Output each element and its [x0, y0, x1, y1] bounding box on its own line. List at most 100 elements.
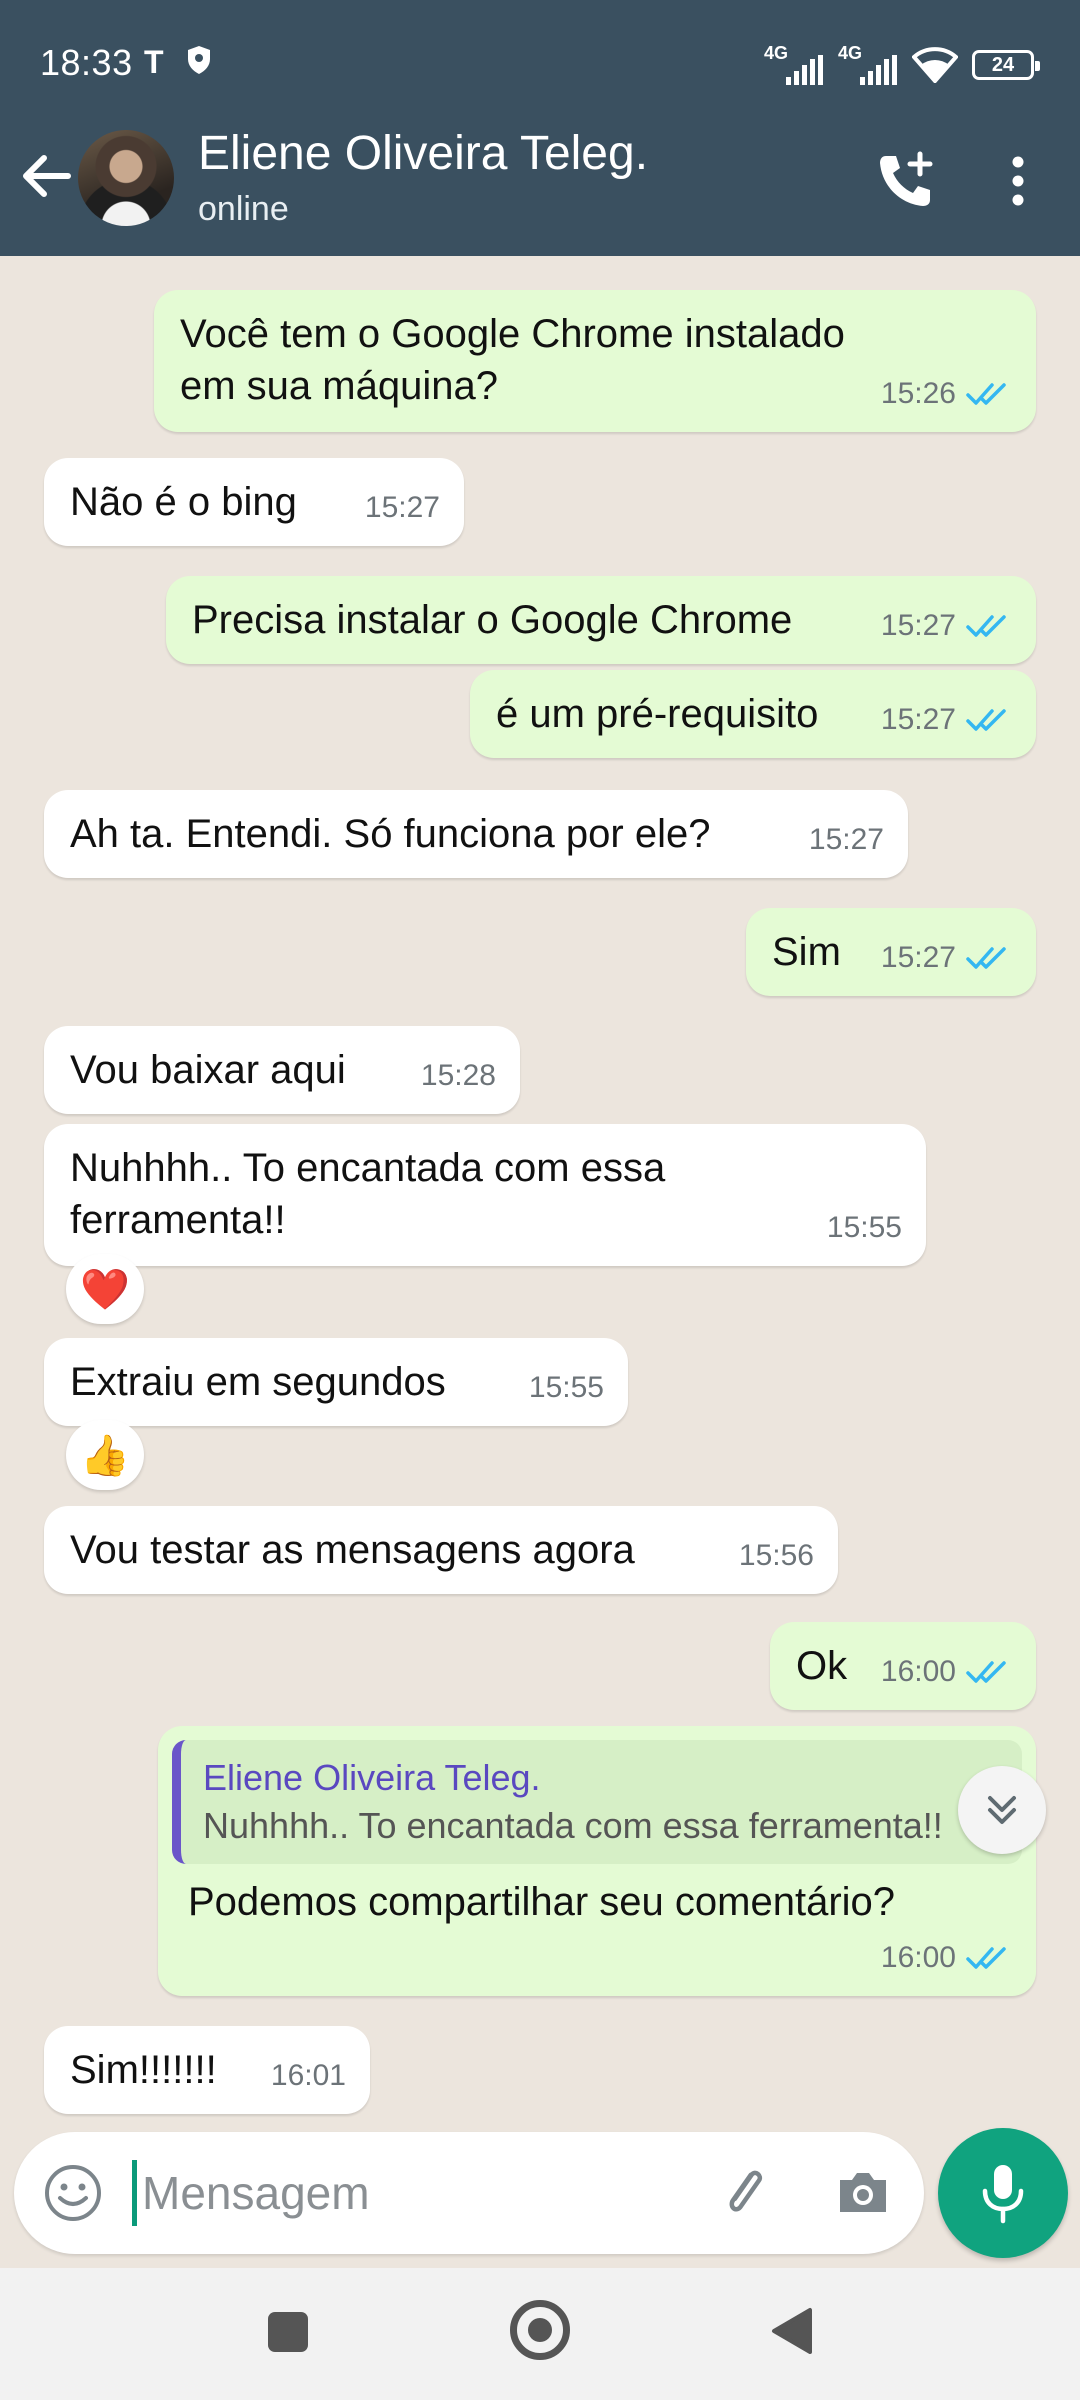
- message-text: Sim: [772, 930, 841, 974]
- contact-name[interactable]: Eliene Oliveira Teleg.: [198, 126, 648, 181]
- message-bubble-outgoing[interactable]: Ok 16:00: [770, 1622, 1036, 1710]
- message-meta: 16:00: [881, 1646, 1012, 1698]
- signal-1-icon: 4G: [764, 43, 824, 85]
- message-bubble-incoming[interactable]: Nuhhhh.. To encantada com essa ferrament…: [44, 1124, 926, 1266]
- status-right-icons: 4G 4G 24: [764, 40, 1040, 90]
- reaction-thumbs-up[interactable]: 👍: [66, 1420, 144, 1490]
- message-bubble-outgoing[interactable]: Sim 15:27: [746, 908, 1036, 996]
- quoted-text: Nuhhhh.. To encantada com essa ferrament…: [203, 1805, 943, 1846]
- shield-icon: [188, 46, 211, 74]
- chat-area[interactable]: Você tem o Google Chrome instalado em su…: [0, 256, 1080, 2136]
- message-text: Podemos compartilhar seu comentário?: [188, 1880, 896, 1924]
- text-caret: [132, 2160, 137, 2226]
- message-meta: 15:27: [365, 482, 440, 534]
- quoted-author: Eliene Oliveira Teleg.: [203, 1757, 541, 1798]
- home-button[interactable]: [510, 2300, 570, 2360]
- message-bubble-incoming[interactable]: Vou baixar aqui 15:28: [44, 1026, 520, 1114]
- message-bubble-outgoing-reply[interactable]: Eliene Oliveira Teleg. Nuhhhh.. To encan…: [158, 1726, 1036, 1996]
- message-text: Vou testar as mensagens agora: [70, 1528, 635, 1572]
- message-bubble-outgoing[interactable]: Precisa instalar o Google Chrome 15:27: [166, 576, 1036, 664]
- message-text: Não é o bing: [70, 480, 297, 524]
- message-time: 15:27: [880, 941, 956, 974]
- message-time: 16:00: [880, 1655, 956, 1688]
- status-time: 18:33: [40, 42, 133, 83]
- system-nav-bar: [0, 2268, 1080, 2400]
- more-vert-icon: [1012, 156, 1024, 206]
- read-ticks-icon: [966, 615, 1006, 637]
- back-button[interactable]: [18, 148, 74, 204]
- back-arrow-icon: [23, 155, 71, 197]
- message-time: 16:00: [880, 1941, 956, 1974]
- read-ticks-icon: [966, 1947, 1006, 1969]
- message-bubble-outgoing[interactable]: Você tem o Google Chrome instalado em su…: [154, 290, 1036, 432]
- message-time: 15:55: [826, 1211, 902, 1244]
- message-text: Você tem o Google Chrome instalado em su…: [180, 312, 845, 408]
- message-meta: 16:01: [271, 2050, 346, 2102]
- add-call-button[interactable]: [872, 148, 938, 214]
- mic-icon: [982, 2165, 1024, 2224]
- message-text: Nuhhhh.. To encantada com essa ferrament…: [70, 1146, 666, 1242]
- message-text: Ah ta. Entendi. Só funciona por ele?: [70, 812, 711, 856]
- message-bubble-incoming[interactable]: Não é o bing 15:27: [44, 458, 464, 546]
- message-text: Ok: [796, 1644, 848, 1688]
- message-time: 15:56: [738, 1539, 814, 1572]
- message-text: é um pré-requisito: [496, 692, 819, 736]
- read-ticks-icon: [966, 383, 1006, 405]
- quoted-message[interactable]: Eliene Oliveira Teleg. Nuhhhh.. To encan…: [172, 1740, 1022, 1864]
- message-text: Extraiu em segundos: [70, 1360, 446, 1404]
- recents-button[interactable]: [268, 2312, 308, 2352]
- status-notification-icons: T: [144, 44, 212, 81]
- message-time: 15:55: [528, 1371, 604, 1404]
- message-time: 15:26: [880, 377, 956, 410]
- message-meta: 16:00: [881, 1932, 1012, 1984]
- message-input[interactable]: [142, 2154, 702, 2232]
- message-meta: 15:26: [881, 368, 1012, 420]
- message-composer: [14, 2132, 924, 2254]
- more-options-button[interactable]: [996, 148, 1040, 214]
- attach-icon: [729, 2170, 763, 2212]
- read-ticks-icon: [966, 1661, 1006, 1683]
- double-chevron-down-icon: [988, 1796, 1016, 1824]
- scroll-to-bottom-button[interactable]: [958, 1766, 1046, 1854]
- message-bubble-incoming[interactable]: Vou testar as mensagens agora 15:56: [44, 1506, 838, 1594]
- attach-button[interactable]: [714, 2162, 776, 2224]
- message-meta: 15:55: [827, 1202, 902, 1254]
- signal-2-icon: 4G: [838, 43, 898, 85]
- emoji-icon: [45, 2165, 101, 2221]
- read-ticks-icon: [966, 947, 1006, 969]
- message-meta: 15:55: [529, 1362, 604, 1414]
- message-bubble-incoming[interactable]: Sim!!!!!!! 16:01: [44, 2026, 370, 2114]
- camera-button[interactable]: [832, 2162, 894, 2224]
- reaction-heart[interactable]: ❤️: [66, 1254, 144, 1324]
- message-time: 15:27: [880, 703, 956, 736]
- message-time: 15:27: [880, 609, 956, 642]
- message-time: 16:01: [270, 2059, 346, 2092]
- avatar[interactable]: [78, 130, 174, 226]
- message-meta: 15:56: [739, 1530, 814, 1582]
- message-text: Precisa instalar o Google Chrome: [192, 598, 793, 642]
- message-meta: 15:27: [881, 600, 1012, 652]
- status-t-icon: T: [144, 44, 164, 80]
- message-meta: 15:28: [421, 1050, 496, 1102]
- message-meta: 15:27: [809, 814, 884, 866]
- message-text: Sim!!!!!!!: [70, 2048, 217, 2092]
- message-bubble-incoming[interactable]: Extraiu em segundos 15:55: [44, 1338, 628, 1426]
- contact-status: online: [198, 190, 289, 228]
- system-back-button[interactable]: [770, 2306, 814, 2356]
- message-bubble-outgoing[interactable]: é um pré-requisito 15:27: [470, 670, 1036, 758]
- message-time: 15:28: [420, 1059, 496, 1092]
- add-call-icon: [880, 151, 933, 206]
- app-header: 18:33 T 4G 4G 24 Eliene Oliveira Teleg. …: [0, 0, 1080, 256]
- message-time: 15:27: [364, 491, 440, 524]
- battery-icon: 24: [972, 50, 1040, 80]
- message-time: 15:27: [808, 823, 884, 856]
- voice-record-button[interactable]: [938, 2128, 1068, 2258]
- message-text: Vou baixar aqui: [70, 1048, 346, 1092]
- message-bubble-incoming[interactable]: Ah ta. Entendi. Só funciona por ele? 15:…: [44, 790, 908, 878]
- camera-icon: [840, 2173, 886, 2212]
- read-ticks-icon: [966, 709, 1006, 731]
- message-meta: 15:27: [881, 932, 1012, 984]
- emoji-button[interactable]: [42, 2162, 104, 2224]
- message-meta: 15:27: [881, 694, 1012, 746]
- back-triangle-icon: [772, 2308, 812, 2354]
